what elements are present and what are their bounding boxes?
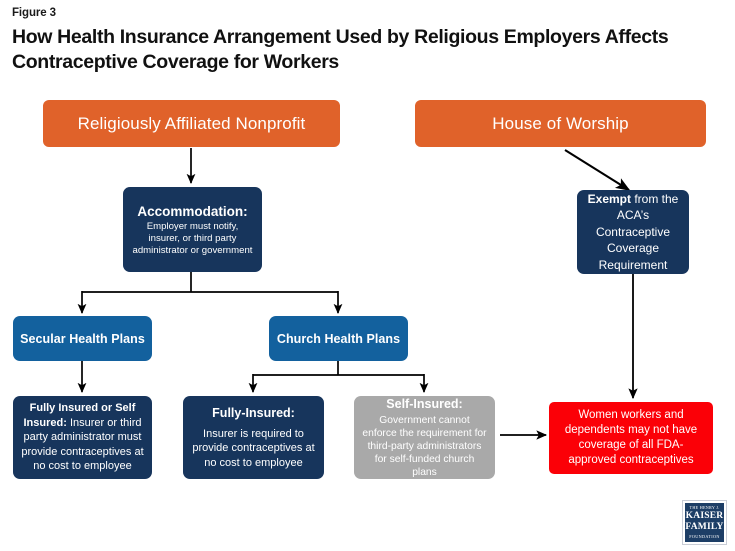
node-fully-insured-or-self-insured[interactable]: Fully Insured or Self Insured: Insurer o…	[13, 396, 152, 479]
node-label: Secular Health Plans	[20, 331, 145, 346]
node-text: Exempt from the ACA’s Contraceptive Cove…	[585, 191, 681, 274]
node-self-insured[interactable]: Self-Insured: Government cannot enforce …	[354, 396, 495, 479]
node-title: Accommodation:	[137, 203, 247, 220]
edge-church-split	[248, 361, 429, 394]
logo-line-4: FOUNDATION	[689, 534, 720, 539]
node-body: Government cannot enforce the requiremen…	[362, 415, 487, 478]
node-label: Women workers and dependents may not hav…	[564, 409, 698, 466]
node-text: Fully Insured or Self Insured: Insurer o…	[19, 401, 146, 474]
edge-accommodation-split	[77, 272, 343, 315]
node-house-of-worship[interactable]: House of Worship	[415, 100, 706, 147]
node-religiously-affiliated-nonprofit[interactable]: Religiously Affiliated Nonprofit	[43, 100, 340, 147]
node-title: Self-Insured:	[386, 397, 463, 411]
node-title: Fully-Insured:	[212, 405, 295, 420]
page-title: How Health Insurance Arrangement Used by…	[12, 26, 669, 73]
logo-plate: THE HENRY J. KAISER FAMILY FOUNDATION	[685, 503, 724, 542]
node-body: Employer must notify, insurer, or third …	[132, 220, 253, 256]
figure-header: Figure 3 How Health Insurance Arrangemen…	[12, 6, 724, 75]
node-title-suffix: :	[243, 203, 248, 219]
figure-number-label: Figure 3	[12, 7, 56, 19]
node-exempt[interactable]: Exempt from the ACA’s Contraceptive Cove…	[577, 190, 689, 274]
node-secular-health-plans[interactable]: Secular Health Plans	[13, 316, 152, 361]
node-title-text: Accommodation	[137, 203, 244, 219]
logo-line-3: FAMILY	[685, 522, 724, 532]
node-outcome-no-coverage[interactable]: Women workers and dependents may not hav…	[549, 402, 713, 474]
node-church-health-plans[interactable]: Church Health Plans	[269, 316, 408, 361]
node-label: Religiously Affiliated Nonprofit	[77, 114, 306, 133]
node-fully-insured[interactable]: Fully-Insured: Insurer is required to pr…	[183, 396, 324, 479]
node-accommodation[interactable]: Accommodation: Employer must notify, ins…	[123, 187, 262, 272]
figure-page: Figure 3 How Health Insurance Arrangemen…	[0, 0, 735, 551]
logo-line-2: KAISER	[685, 511, 724, 521]
kaiser-family-foundation-logo: THE HENRY J. KAISER FAMILY FOUNDATION	[682, 500, 727, 545]
node-body: Insurer is required to provide contracep…	[192, 427, 315, 469]
node-label: Church Health Plans	[276, 331, 401, 346]
node-title-text: Exempt	[587, 191, 631, 206]
edge-worship-to-exempt	[564, 149, 631, 191]
node-label: House of Worship	[492, 114, 629, 133]
